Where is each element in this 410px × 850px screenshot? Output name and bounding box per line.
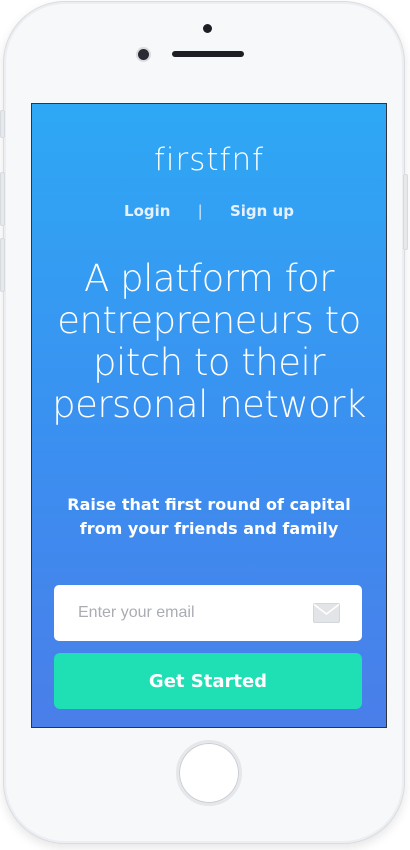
email-field-container[interactable] [54,585,362,641]
side-button [0,110,5,138]
auth-nav: Login | Sign up [32,202,386,220]
mail-icon [313,603,340,623]
earpiece-speaker [172,51,244,57]
login-link[interactable]: Login [124,202,170,220]
email-input[interactable] [76,603,313,623]
signup-link[interactable]: Sign up [230,202,294,220]
front-camera-icon [138,49,149,60]
power-button [403,174,408,250]
sensor-dot [203,24,212,33]
brand-logo: firstfnf [153,142,265,178]
hero-subheadline: Raise that first round of capital from y… [67,495,351,538]
hero-headline: A platform for entrepreneurs to pitch to… [52,257,366,426]
app-screen: firstfnf Login | Sign up A platform for … [31,103,387,728]
volume-up-button [0,172,5,226]
volume-down-button [0,238,5,292]
home-button[interactable] [176,740,242,806]
phone-frame: firstfnf Login | Sign up A platform for … [0,1,408,844]
get-started-button[interactable]: Get Started [54,653,362,709]
nav-separator: | [197,202,203,220]
